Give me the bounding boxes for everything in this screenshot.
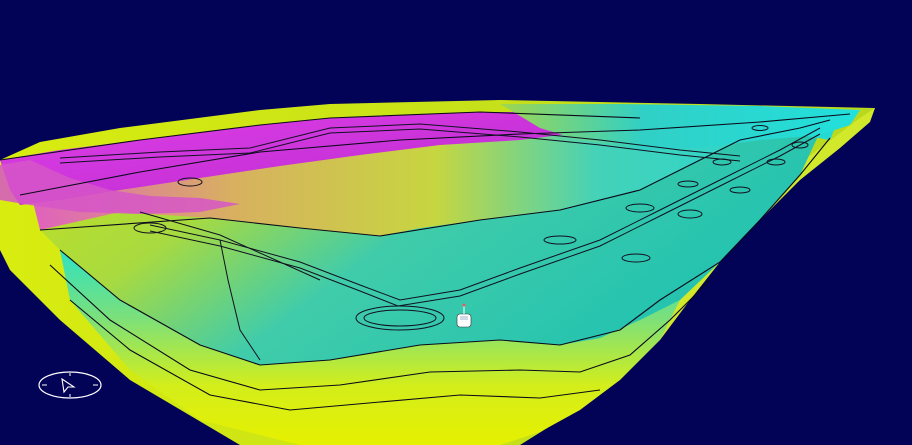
terrain-scene[interactable] bbox=[0, 0, 912, 445]
3d-viewport[interactable] bbox=[0, 0, 912, 445]
car-antenna-tip bbox=[462, 303, 466, 307]
car-window bbox=[460, 316, 468, 320]
car-body bbox=[456, 313, 472, 328]
north-arrow-icon[interactable] bbox=[38, 371, 102, 399]
compass-needle bbox=[61, 377, 76, 394]
